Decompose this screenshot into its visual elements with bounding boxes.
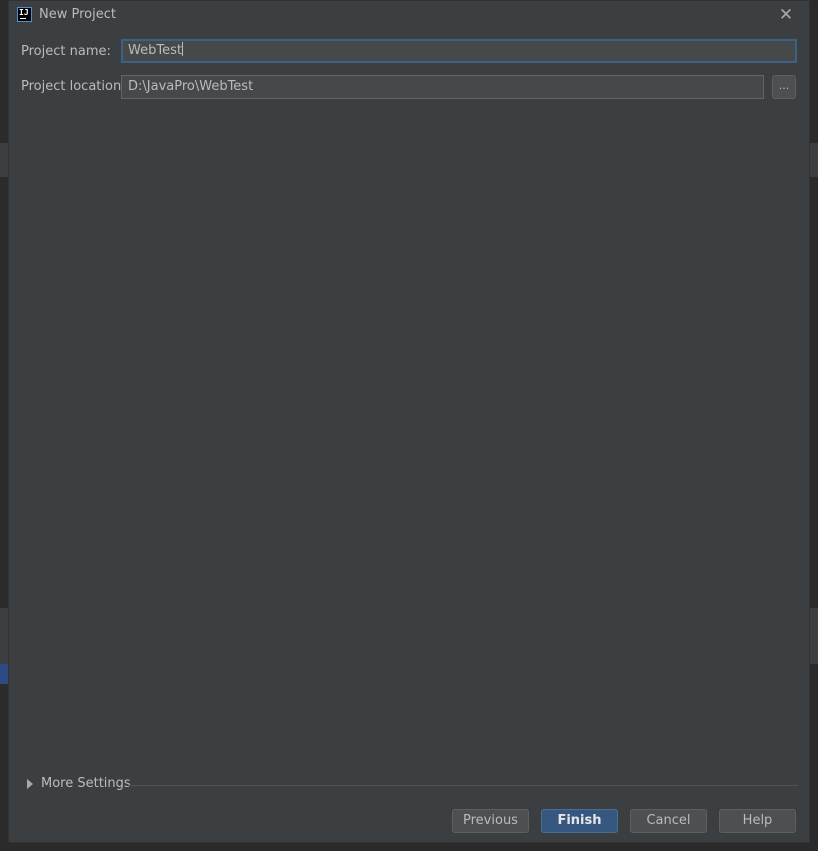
help-button[interactable]: Help: [719, 809, 796, 833]
background-ide-left: [0, 0, 8, 851]
background-ide-band-right: [810, 143, 818, 177]
background-ide-right: [810, 0, 818, 851]
background-ide-panel-right: [810, 608, 818, 664]
background-ide-selection: [0, 664, 8, 684]
finish-button[interactable]: Finish: [541, 809, 618, 833]
dialog-title: New Project: [39, 7, 116, 22]
new-project-dialog: IJ New Project ✕ Project name: WebTest P…: [8, 0, 810, 843]
cancel-button[interactable]: Cancel: [630, 809, 707, 833]
expand-triangle-icon: [27, 779, 33, 789]
previous-button[interactable]: Previous: [452, 809, 529, 833]
close-icon[interactable]: ✕: [777, 6, 795, 24]
title-bar: IJ New Project ✕: [9, 1, 809, 30]
more-settings-label: More Settings: [41, 776, 131, 791]
project-location-label: Project location:: [21, 79, 126, 94]
project-name-input[interactable]: WebTest: [121, 39, 797, 63]
project-name-label: Project name:: [21, 44, 111, 59]
browse-location-button[interactable]: ...: [772, 75, 796, 99]
background-ide-band: [0, 143, 8, 177]
intellij-idea-icon: IJ: [17, 7, 32, 22]
background-ide-panel: [0, 608, 8, 664]
more-settings-divider: [128, 785, 798, 786]
project-location-input[interactable]: D:\JavaPro\WebTest: [121, 75, 764, 99]
